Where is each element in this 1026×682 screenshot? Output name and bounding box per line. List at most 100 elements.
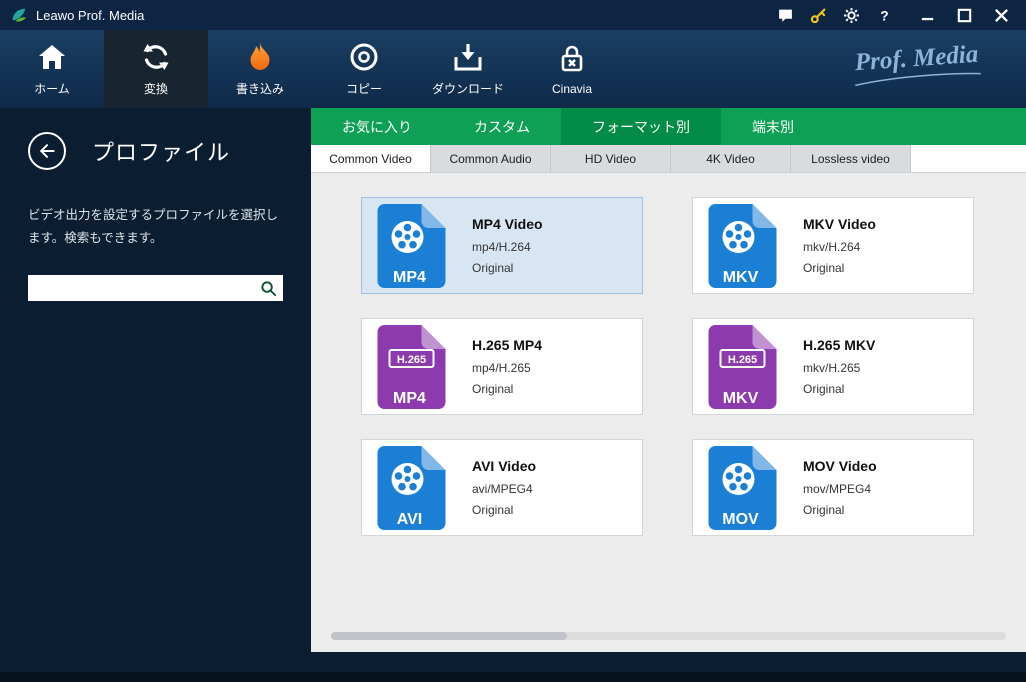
svg-text:H.265: H.265 (397, 354, 426, 366)
format-card-h265mp4[interactable]: H.265 MP4 H.265 MP4 mp4/H.265 Original (361, 318, 643, 415)
window-title: Leawo Prof. Media (36, 8, 144, 23)
format-card-mkv[interactable]: MKV MKV Video mkv/H.264 Original (692, 197, 974, 294)
titlebar: Leawo Prof. Media ? (0, 0, 1026, 30)
horizontal-scrollbar[interactable] (331, 632, 1006, 640)
card-title: AVI Video (472, 458, 536, 474)
key-icon[interactable] (810, 7, 827, 24)
back-arrow-icon (37, 141, 57, 161)
subtab-filler (911, 145, 1026, 172)
format-tabs: お気に入り カスタム フォーマット別 端末別 (311, 108, 1026, 145)
svg-text:MKV: MKV (723, 390, 759, 407)
window-controls (919, 7, 1016, 24)
tab-device[interactable]: 端末別 (721, 108, 825, 145)
card-quality: Original (803, 382, 875, 396)
format-file-icon: H.265 MP4 (376, 324, 447, 410)
film-reel-icon (723, 463, 755, 495)
format-card-avi[interactable]: AVI AVI Video avi/MPEG4 Original (361, 439, 643, 536)
card-title: H.265 MKV (803, 337, 875, 353)
sidebar: プロファイル ビデオ出力を設定するプロファイルを選択します。検索もできます。 (0, 108, 311, 672)
maximize-button[interactable] (956, 7, 973, 24)
nav-items: ホーム 変換 書き込み コピー ダウンロード Cinavia (0, 30, 624, 108)
cards-area: MP4 MP4 Video mp4/H.264 Original (311, 173, 1026, 652)
svg-text:AVI: AVI (397, 511, 422, 528)
format-card-mp4[interactable]: MP4 MP4 Video mp4/H.264 Original (361, 197, 643, 294)
nav-item-label: コピー (346, 80, 382, 97)
card-quality: Original (472, 503, 536, 517)
tab-favorites[interactable]: お気に入り (311, 108, 443, 145)
card-title: H.265 MP4 (472, 337, 542, 353)
back-button[interactable] (28, 132, 66, 170)
svg-text:MKV: MKV (723, 269, 759, 286)
help-icon[interactable]: ? (876, 7, 893, 24)
format-file-icon: MP4 (376, 203, 447, 289)
gear-icon[interactable] (843, 7, 860, 24)
subtab-common-video[interactable]: Common Video (311, 145, 431, 172)
card-quality: Original (472, 382, 542, 396)
format-file-icon: MKV (707, 203, 778, 289)
titlebar-tools: ? (777, 7, 893, 24)
card-title: MKV Video (803, 216, 876, 232)
svg-text:MOV: MOV (722, 511, 759, 528)
svg-text:?: ? (880, 7, 888, 23)
scrollbar-thumb[interactable] (331, 632, 567, 640)
svg-text:H.265: H.265 (728, 354, 757, 366)
card-format: avi/MPEG4 (472, 482, 536, 496)
nav-item-burn[interactable]: 書き込み (208, 30, 312, 108)
search-box (28, 275, 283, 301)
nav-item-home[interactable]: ホーム (0, 30, 104, 108)
sidebar-description: ビデオ出力を設定するプロファイルを選択します。検索もできます。 (28, 204, 283, 249)
close-button[interactable] (993, 7, 1010, 24)
cinavia-icon (556, 43, 588, 75)
tab-format[interactable]: フォーマット別 (561, 108, 721, 145)
message-icon[interactable] (777, 7, 794, 24)
tab-custom[interactable]: カスタム (443, 108, 561, 145)
search-input[interactable] (36, 275, 260, 301)
subtab-4k-video[interactable]: 4K Video (671, 145, 791, 172)
nav-item-copy[interactable]: コピー (312, 30, 416, 108)
nav-item-label: ダウンロード (432, 80, 504, 97)
home-icon (36, 41, 68, 73)
format-file-icon: H.265 MKV (707, 324, 778, 410)
film-reel-icon (392, 221, 424, 253)
cards-grid: MP4 MP4 Video mp4/H.264 Original (361, 197, 974, 536)
main-nav: ホーム 変換 書き込み コピー ダウンロード Cinavia Prof. Med… (0, 30, 1026, 108)
format-card-h265mkv[interactable]: H.265 MKV H.265 MKV mkv/H.265 Original (692, 318, 974, 415)
nav-item-label: 書き込み (236, 80, 284, 97)
film-reel-icon (723, 221, 755, 253)
app-window: Leawo Prof. Media ? ホーム 変換 書き込み コピー ダウンロ… (0, 0, 1026, 682)
format-card-mov[interactable]: MOV MOV Video mov/MPEG4 Original (692, 439, 974, 536)
card-format: mkv/H.265 (803, 361, 875, 375)
card-format: mkv/H.264 (803, 240, 876, 254)
nav-item-label: Cinavia (552, 82, 592, 96)
subtab-hd-video[interactable]: HD Video (551, 145, 671, 172)
card-quality: Original (472, 261, 543, 275)
card-format: mov/MPEG4 (803, 482, 877, 496)
copy-icon (348, 41, 380, 73)
card-format: mp4/H.264 (472, 240, 543, 254)
nav-item-label: ホーム (34, 80, 70, 97)
search-icon[interactable] (260, 280, 277, 297)
brand-logo: Prof. Media (851, 42, 983, 89)
sidebar-title: プロファイル (92, 135, 230, 167)
nav-item-convert[interactable]: 変換 (104, 30, 208, 108)
content-footer (311, 652, 1026, 672)
subtab-common-audio[interactable]: Common Audio (431, 145, 551, 172)
film-reel-icon (392, 463, 424, 495)
subtab-lossless-video[interactable]: Lossless video (791, 145, 911, 172)
card-title: MP4 Video (472, 216, 543, 232)
card-quality: Original (803, 503, 877, 517)
nav-item-cinavia[interactable]: Cinavia (520, 30, 624, 108)
subtabs: Common Video Common Audio HD Video 4K Vi… (311, 145, 1026, 173)
format-file-icon: AVI (376, 445, 447, 531)
download-icon (452, 41, 484, 73)
format-file-icon: MOV (707, 445, 778, 531)
svg-text:MP4: MP4 (393, 390, 426, 407)
burn-icon (244, 41, 276, 73)
content-area: お気に入り カスタム フォーマット別 端末別 Common Video Comm… (311, 108, 1026, 672)
minimize-button[interactable] (919, 7, 936, 24)
nav-item-label: 変換 (144, 80, 168, 97)
nav-item-download[interactable]: ダウンロード (416, 30, 520, 108)
card-title: MOV Video (803, 458, 877, 474)
app-logo-icon (10, 6, 28, 24)
window-footer (0, 672, 1026, 682)
